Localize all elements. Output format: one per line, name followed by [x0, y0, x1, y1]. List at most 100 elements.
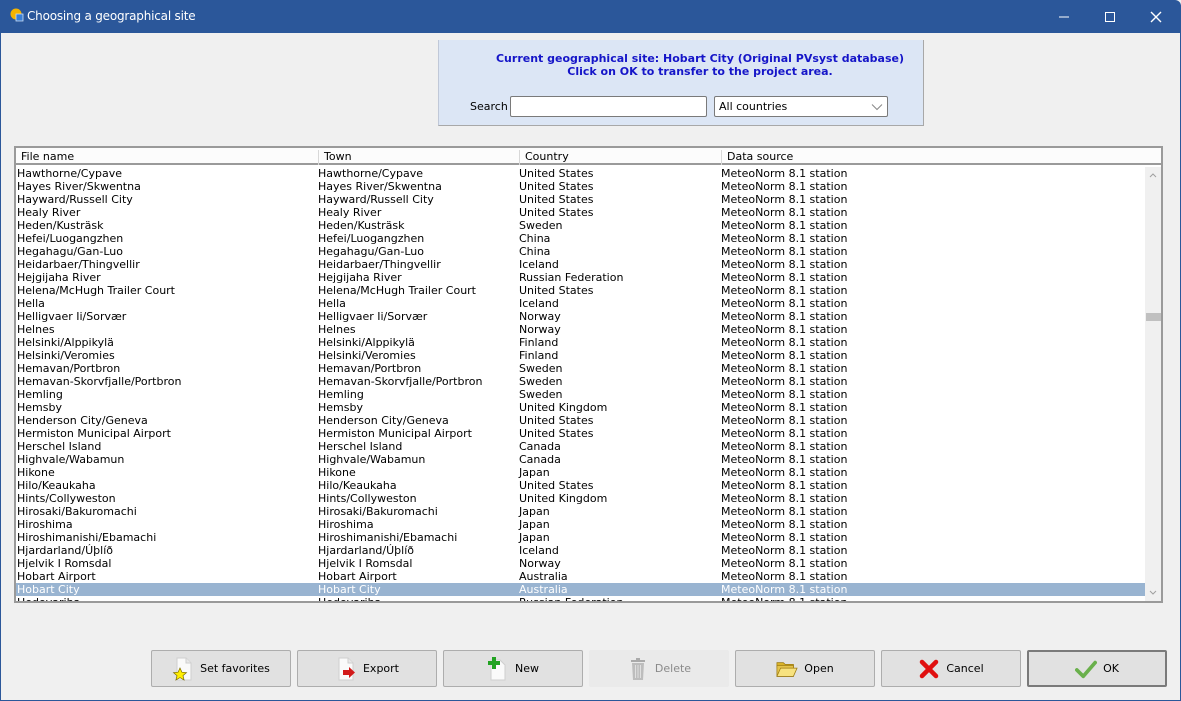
search-input[interactable]	[510, 96, 707, 117]
cell-country: Australia	[519, 583, 568, 596]
export-document-icon	[335, 657, 357, 681]
cell-country: Russian Federation	[519, 596, 623, 601]
scroll-up-button[interactable]	[1145, 167, 1161, 183]
cell-file-name: Healy River	[17, 206, 81, 219]
table-row[interactable]: Hobart Airport Hobart Airport Australia Met…	[16, 570, 1145, 583]
column-header-data-source[interactable]: Data source	[721, 150, 1161, 165]
cell-town: Hiroshima	[318, 518, 374, 531]
cell-town: Hayes River/Skwentna	[318, 180, 442, 193]
table-row[interactable]: Helsinki/Veromies Helsinki/Veromies Finlan…	[16, 349, 1145, 362]
cell-town: Hemavan-Skorvfjalle/Portbron	[318, 375, 483, 388]
table-row[interactable]: Hemsby Hemsby United Kingdom MeteoNorm 8.1 …	[16, 401, 1145, 414]
cell-data-source: MeteoNorm 8.1 station	[721, 310, 848, 323]
column-header-town[interactable]: Town	[318, 150, 519, 165]
cell-file-name: Hirosaki/Bakuromachi	[17, 505, 137, 518]
table-row[interactable]: Helligvaer Ii/Sorvær Helligvaer Ii/Sorvær…	[16, 310, 1145, 323]
ok-label: OK	[1103, 662, 1119, 675]
cell-country: United Kingdom	[519, 492, 608, 505]
chevron-up-icon	[1149, 173, 1157, 178]
table-row[interactable]: Hirosaki/Bakuromachi Hirosaki/Bakuromachi…	[16, 505, 1145, 518]
cell-file-name: Hefei/Luogangzhen	[17, 232, 124, 245]
cancel-button[interactable]: Cancel	[881, 650, 1021, 687]
cell-town: Hjelvik I Romsdal	[318, 557, 413, 570]
table-row[interactable]: Hawthorne/Cypave Hawthorne/Cypave United S…	[16, 167, 1145, 180]
cell-data-source: MeteoNorm 8.1 station	[721, 271, 848, 284]
table-row[interactable]: Helena/McHugh Trailer Court Helena/McHugh…	[16, 284, 1145, 297]
table-row[interactable]: Hemling Hemling Sweden MeteoNorm 8.1 statio…	[16, 388, 1145, 401]
table-row[interactable]: Highvale/Wabamun Highvale/Wabamun Canada Me…	[16, 453, 1145, 466]
cell-country: Sweden	[519, 375, 563, 388]
table-row[interactable]: Heden/Kusträsk Heden/Kusträsk Sweden MeteoN…	[16, 219, 1145, 232]
site-info-panel: Current geographical site: Hobart City (…	[438, 40, 924, 126]
open-button[interactable]: Open	[735, 650, 875, 687]
cell-file-name: Hejgijaha River	[17, 271, 101, 284]
table-row[interactable]: Henderson City/Geneva Henderson City/Gene…	[16, 414, 1145, 427]
cell-data-source: MeteoNorm 8.1 station	[721, 388, 848, 401]
table-row[interactable]: Hella Hella Iceland MeteoNorm 8.1 station	[16, 297, 1145, 310]
cell-country: Iceland	[519, 297, 559, 310]
column-header-country[interactable]: Country	[519, 150, 721, 165]
cell-data-source: MeteoNorm 8.1 station	[721, 206, 848, 219]
ok-button[interactable]: OK	[1027, 650, 1167, 687]
cell-country: Sweden	[519, 219, 563, 232]
cell-data-source: MeteoNorm 8.1 station	[721, 375, 848, 388]
table-row[interactable]: Helnes Helnes Norway MeteoNorm 8.1 station	[16, 323, 1145, 336]
star-document-icon	[172, 657, 194, 681]
table-row[interactable]: Hedovariha Hedovariha Russian Federation Me…	[16, 596, 1145, 601]
table-row-selected[interactable]: Hobart City Hobart City Australia MeteoNorm…	[16, 583, 1145, 596]
delete-button[interactable]: Delete	[589, 650, 729, 687]
table-row[interactable]: Hemavan/Portbron Hemavan/Portbron Sweden Me…	[16, 362, 1145, 375]
cell-country: Australia	[519, 570, 568, 583]
cell-file-name: Hayes River/Skwentna	[17, 180, 141, 193]
table-row[interactable]: Hefei/Luogangzhen Hefei/Luogangzhen China M…	[16, 232, 1145, 245]
cell-data-source: MeteoNorm 8.1 station	[721, 557, 848, 570]
cell-data-source: MeteoNorm 8.1 station	[721, 518, 848, 531]
table-row[interactable]: Hejgijaha River Hejgijaha River Russian Fe…	[16, 271, 1145, 284]
table-row[interactable]: Hilo/Keaukaha Hilo/Keaukaha United States M…	[16, 479, 1145, 492]
table-row[interactable]: Hiroshimanishi/Ebamachi Hiroshimanishi/Eb…	[16, 531, 1145, 544]
close-button[interactable]	[1133, 0, 1179, 33]
table-row[interactable]: Herschel Island Herschel Island Canada Mete…	[16, 440, 1145, 453]
cell-file-name: Helsinki/Alppikylä	[17, 336, 114, 349]
table-row[interactable]: Helsinki/Alppikylä Helsinki/Alppikylä Finl…	[16, 336, 1145, 349]
table-row[interactable]: Hermiston Municipal Airport Hermiston Mun…	[16, 427, 1145, 440]
cell-town: Hikone	[318, 466, 356, 479]
set-favorites-button[interactable]: Set favorites	[151, 650, 291, 687]
window-title: Choosing a geographical site	[27, 9, 196, 23]
cell-country: Norway	[519, 323, 561, 336]
cell-country: Sweden	[519, 362, 563, 375]
cell-file-name: Hobart Airport	[17, 570, 96, 583]
cell-data-source: MeteoNorm 8.1 station	[721, 531, 848, 544]
table-row[interactable]: Hjelvik I Romsdal Hjelvik I Romsdal Norway…	[16, 557, 1145, 570]
current-site-text: Current geographical site: Hobart City (…	[495, 52, 904, 65]
new-button[interactable]: New	[443, 650, 583, 687]
scrollbar-thumb[interactable]	[1146, 313, 1161, 321]
cell-data-source: MeteoNorm 8.1 station	[721, 167, 848, 180]
maximize-button[interactable]	[1087, 0, 1133, 33]
scroll-down-button[interactable]	[1145, 585, 1161, 601]
table-row[interactable]: Hegahagu/Gan-Luo Hegahagu/Gan-Luo China Met…	[16, 245, 1145, 258]
cell-town: Helsinki/Veromies	[318, 349, 416, 362]
table-row[interactable]: Hints/Collyweston Hints/Collyweston United…	[16, 492, 1145, 505]
table-row[interactable]: Hikone Hikone Japan MeteoNorm 8.1 station	[16, 466, 1145, 479]
export-button[interactable]: Export	[297, 650, 437, 687]
minimize-button[interactable]	[1041, 0, 1087, 33]
table-row[interactable]: Heidarbaer/Thingvellir Heidarbaer/Thingve…	[16, 258, 1145, 271]
table-row[interactable]: Hjardarland/Úþlíð Hjardarland/Úþlíð Icelan…	[16, 544, 1145, 557]
cell-town: Helligvaer Ii/Sorvær	[318, 310, 428, 323]
cell-data-source: MeteoNorm 8.1 station	[721, 284, 848, 297]
table-row[interactable]: Hayward/Russell City Hayward/Russell City…	[16, 193, 1145, 206]
country-filter-dropdown[interactable]: All countries	[714, 96, 888, 117]
cell-country: Norway	[519, 557, 561, 570]
cell-file-name: Hemavan-Skorvfjalle/Portbron	[17, 375, 182, 388]
table-row[interactable]: Hiroshima Hiroshima Japan MeteoNorm 8.1 sta…	[16, 518, 1145, 531]
cell-data-source: MeteoNorm 8.1 station	[721, 414, 848, 427]
table-row[interactable]: Hayes River/Skwentna Hayes River/Skwentna…	[16, 180, 1145, 193]
chevron-down-icon	[1149, 590, 1157, 595]
table-row[interactable]: Hemavan-Skorvfjalle/Portbron Hemavan-Skor…	[16, 375, 1145, 388]
cell-data-source: MeteoNorm 8.1 station	[721, 349, 848, 362]
new-label: New	[515, 662, 539, 675]
column-header-file-name[interactable]: File name	[16, 150, 318, 165]
table-row[interactable]: Healy River Healy River United States Meteo…	[16, 206, 1145, 219]
vertical-scrollbar[interactable]	[1145, 167, 1161, 601]
